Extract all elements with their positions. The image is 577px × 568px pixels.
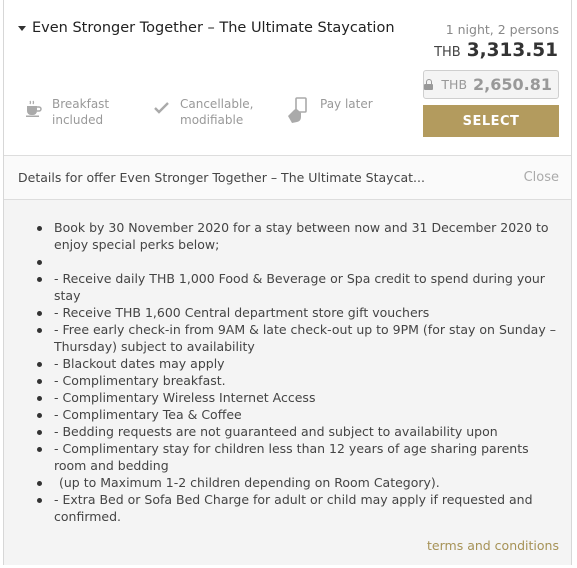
list-item: - Extra Bed or Sofa Bed Charge for adult…	[37, 491, 557, 525]
member-price-box[interactable]: THB 2,650.81	[423, 70, 559, 99]
member-price-currency: THB	[441, 77, 468, 92]
details-body: Book by 30 November 2020 for a stay betw…	[4, 200, 571, 565]
feature-breakfast-line2: included	[52, 113, 104, 127]
list-item: - Complimentary breakfast.	[37, 372, 557, 389]
feature-pay-later-line1: Pay later	[320, 97, 373, 111]
select-button[interactable]: SELECT	[423, 105, 559, 137]
member-price-amount: 2,650.81	[473, 75, 552, 94]
offer-title: Even Stronger Together – The Ultimate St…	[32, 20, 395, 36]
perks-list: Book by 30 November 2020 for a stay betw…	[37, 219, 557, 525]
list-item: - Complimentary stay for children less t…	[37, 440, 557, 474]
checkmark-icon	[154, 102, 169, 114]
list-item	[37, 253, 557, 270]
offer-summary: Even Stronger Together – The Ultimate St…	[4, 0, 571, 155]
details-header: Details for offer Even Stronger Together…	[4, 155, 571, 200]
feature-breakfast-line1: Breakfast	[52, 97, 110, 111]
list-item: - Free early check-in from 9AM & late ch…	[37, 321, 557, 355]
pay-later-icon	[288, 97, 307, 123]
terms-and-conditions-link[interactable]: terms and conditions	[427, 538, 559, 553]
price: THB 3,313.51	[434, 40, 558, 61]
list-item: - Receive THB 1,600 Central department s…	[37, 304, 557, 321]
list-item: Book by 30 November 2020 for a stay betw…	[37, 219, 557, 253]
price-currency: THB	[434, 45, 461, 60]
close-details-link[interactable]: Close	[524, 170, 559, 185]
feature-cancellable: Cancellable, modifiable	[152, 96, 254, 128]
list-item: (up to Maximum 1-2 children depending on…	[37, 474, 557, 491]
feature-breakfast: Breakfast included	[24, 96, 109, 128]
price-amount: 3,313.51	[466, 40, 558, 61]
lock-icon	[424, 79, 433, 90]
occupancy-text: 1 night, 2 persons	[445, 22, 559, 37]
list-item: - Bedding requests are not guaranteed an…	[37, 423, 557, 440]
cup-icon	[26, 100, 42, 117]
details-header-text: Details for offer Even Stronger Together…	[18, 170, 425, 185]
feature-cancellable-line2: modifiable	[180, 113, 244, 127]
offer-title-toggle[interactable]: Even Stronger Together – The Ultimate St…	[18, 20, 395, 36]
list-item: - Receive daily THB 1,000 Food & Beverag…	[37, 270, 557, 304]
list-item: - Complimentary Tea & Coffee	[37, 406, 557, 423]
caret-down-icon	[18, 25, 26, 31]
feature-pay-later: Pay later	[286, 96, 373, 124]
list-item: - Complimentary Wireless Internet Access	[37, 389, 557, 406]
feature-cancellable-line1: Cancellable,	[180, 97, 254, 111]
list-item: - Blackout dates may apply	[37, 355, 557, 372]
offer-card: Even Stronger Together – The Ultimate St…	[3, 0, 572, 565]
